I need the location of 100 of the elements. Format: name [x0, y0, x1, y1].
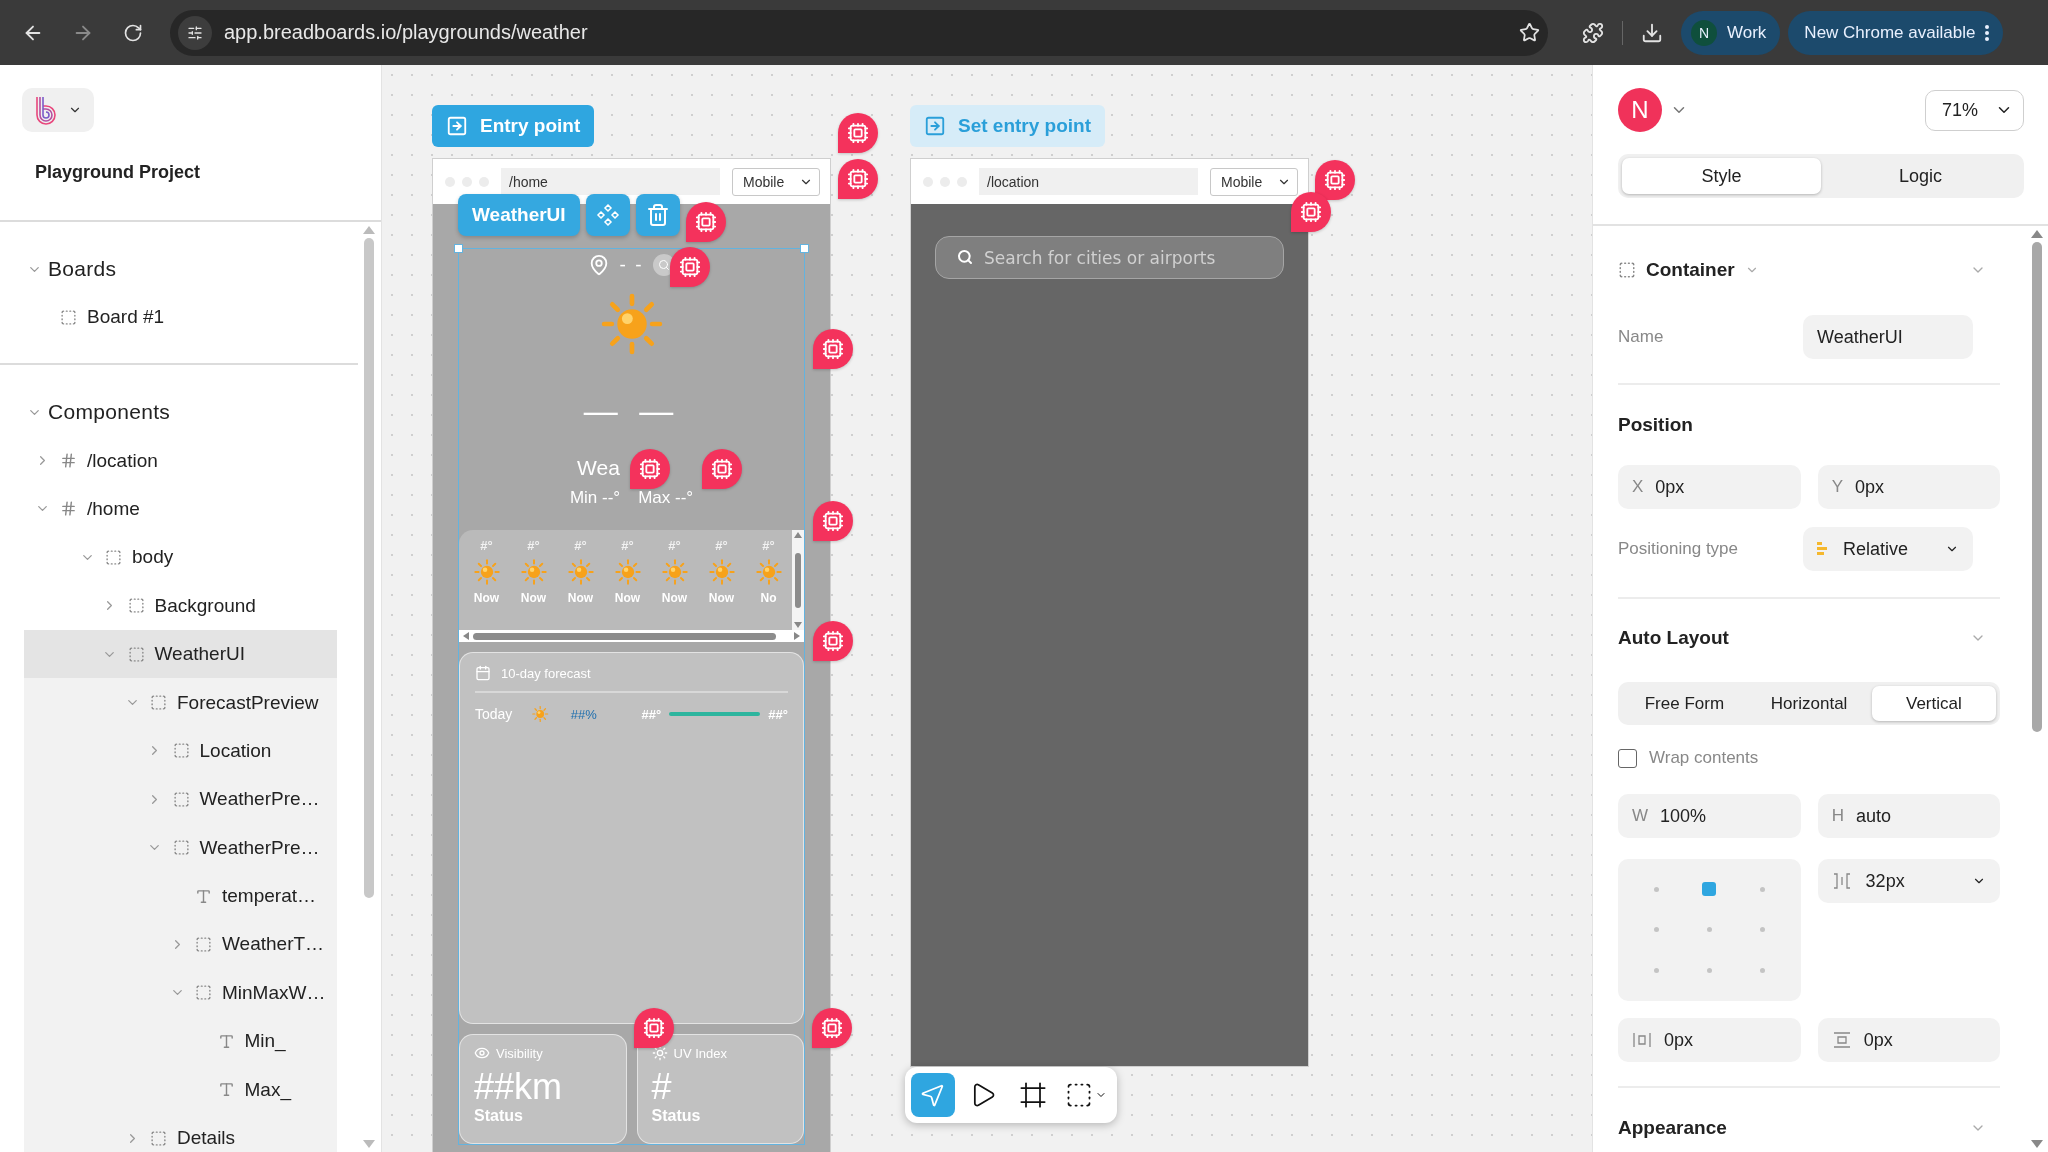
chip-icon: [639, 458, 661, 480]
x-field[interactable]: X 0px: [1618, 465, 1801, 509]
account-button[interactable]: N: [1618, 88, 1688, 132]
location-text: - -: [619, 254, 644, 276]
tree-item[interactable]: MinMaxW…: [24, 968, 337, 1018]
section-header[interactable]: Components: [0, 388, 358, 437]
component-button[interactable]: [585, 194, 630, 236]
design-canvas[interactable]: [382, 65, 1592, 1152]
field-prefix: W: [1632, 806, 1649, 826]
zoom-select[interactable]: 71%: [1925, 89, 2024, 131]
scroll-down-icon[interactable]: [363, 1140, 375, 1148]
tree-item[interactable]: WeatherT…: [24, 920, 337, 969]
logo-button[interactable]: [22, 88, 94, 132]
profile-button[interactable]: N Work: [1681, 10, 1781, 55]
bookmark-star-icon[interactable]: [1519, 22, 1540, 43]
hash-icon: [60, 452, 77, 470]
dashed-square-icon: [60, 308, 77, 326]
chip-marker[interactable]: [838, 113, 878, 153]
vertical-scrollbar[interactable]: [792, 530, 804, 630]
dashed-square-icon: [127, 645, 145, 663]
layout-mode-button[interactable]: Horizontal: [1746, 686, 1872, 721]
positioning-select[interactable]: Relative: [1803, 527, 1973, 571]
tree-item[interactable]: WeatherPre…: [24, 775, 337, 824]
name-field[interactable]: WeatherUI: [1803, 315, 1973, 359]
scroll-left-icon[interactable]: [463, 632, 469, 640]
tree-item[interactable]: temperat…: [24, 871, 337, 921]
tree-item[interactable]: ForecastPreview: [24, 678, 337, 727]
hour-time: Now: [473, 591, 500, 605]
section-header[interactable]: Boards: [0, 245, 358, 293]
scroll-down-icon[interactable]: [794, 622, 802, 628]
sun-icon: [532, 705, 549, 723]
chip-marker[interactable]: [813, 329, 853, 369]
profile-avatar: N: [1691, 19, 1717, 46]
card-title: UV Index: [673, 1045, 727, 1061]
y-field[interactable]: Y 0px: [1817, 465, 2001, 509]
spacing-icon: [1831, 872, 1852, 890]
layout-mode-button[interactable]: Free Form: [1622, 686, 1747, 721]
resize-handle[interactable]: [800, 244, 809, 253]
chip-marker[interactable]: [1315, 160, 1355, 200]
detail-status: Status: [651, 1107, 702, 1125]
tree-item[interactable]: Details: [24, 1113, 337, 1152]
chip-marker[interactable]: [813, 501, 853, 541]
scrollbar[interactable]: [363, 226, 375, 1148]
resize-handle[interactable]: [454, 244, 463, 253]
chip-marker[interactable]: [838, 159, 878, 199]
search-field[interactable]: Search for cities or airports: [935, 236, 1284, 279]
tab[interactable]: Logic: [1821, 158, 2020, 194]
tree-item[interactable]: Location: [24, 726, 337, 776]
scrollbar[interactable]: [2031, 230, 2044, 1148]
tree-item[interactable]: /home: [24, 484, 337, 534]
chip-marker[interactable]: [813, 621, 853, 661]
tree-item[interactable]: Background: [24, 581, 337, 630]
hour-temperature: #°: [574, 538, 587, 553]
vertical-padding-field[interactable]: 0px: [1817, 1018, 2001, 1062]
board-frame[interactable]: /home Mobile WeatherUI - - — — Wea Min --° Max --° #° Now #° Now #° Now #° Now #° Now #° Now #° No 10-day forecast Today ##% ##° ##° Visibility ##km Status UV Index # Status: [432, 158, 831, 1152]
horizontal-scrollbar[interactable]: [459, 630, 804, 642]
device-select[interactable]: Mobile: [1210, 167, 1298, 196]
high-temperature: ##°: [768, 706, 788, 722]
gap-select[interactable]: 32px: [1817, 859, 2001, 903]
path-field[interactable]: /location: [979, 168, 1198, 195]
sun-icon: [600, 293, 663, 355]
chip-marker[interactable]: [812, 1008, 852, 1048]
tree-item[interactable]: WeatherUI: [24, 629, 337, 679]
scroll-up-icon[interactable]: [794, 532, 802, 538]
tree-item[interactable]: Min_: [24, 1017, 337, 1066]
tab[interactable]: Style: [1622, 158, 1821, 194]
chip-marker[interactable]: [1291, 192, 1331, 232]
chip-icon: [1324, 169, 1346, 191]
path-field[interactable]: /home: [501, 168, 720, 195]
entry-icon: [924, 115, 946, 137]
device-select[interactable]: Mobile: [732, 167, 820, 196]
horizontal-padding-field[interactable]: 0px: [1618, 1018, 1801, 1062]
address-bar[interactable]: app.breadboards.io/playgrounds/weather: [170, 9, 1548, 56]
eye-icon: [474, 1045, 490, 1061]
layout-mode-button[interactable]: Vertical: [1871, 686, 1997, 721]
sun-icon: [661, 559, 688, 585]
update-button[interactable]: New Chrome available: [1788, 10, 2004, 55]
tree-item[interactable]: Max_: [24, 1065, 337, 1114]
scroll-up-icon[interactable]: [363, 226, 375, 234]
width-field[interactable]: W 100%: [1618, 794, 1801, 838]
sun-icon: [755, 559, 782, 585]
tree-item[interactable]: Board #1: [24, 293, 337, 342]
scroll-down-icon[interactable]: [2031, 1140, 2044, 1148]
board-frame[interactable]: /location Mobile Search for cities or airports: [910, 158, 1309, 1067]
dashed-square-icon: [127, 597, 145, 615]
height-field[interactable]: H auto: [1817, 794, 2001, 838]
tree-item[interactable]: /location: [24, 436, 337, 485]
spacing-icon: [1632, 1031, 1652, 1049]
precipitation-text: ##%: [570, 706, 598, 722]
scroll-right-icon[interactable]: [794, 632, 800, 640]
tree-item[interactable]: WeatherPre…: [24, 823, 337, 872]
delete-button[interactable]: [635, 194, 680, 236]
checkbox[interactable]: [1618, 748, 1637, 768]
dashed-square-icon: [172, 790, 190, 808]
project-name: Playground Project: [34, 162, 202, 183]
field-label: Positioning type: [1618, 539, 1740, 559]
calendar-icon: [475, 665, 491, 681]
tree-item[interactable]: body: [24, 533, 337, 582]
site-info-button[interactable]: [178, 15, 212, 50]
scroll-up-icon[interactable]: [2031, 230, 2044, 238]
